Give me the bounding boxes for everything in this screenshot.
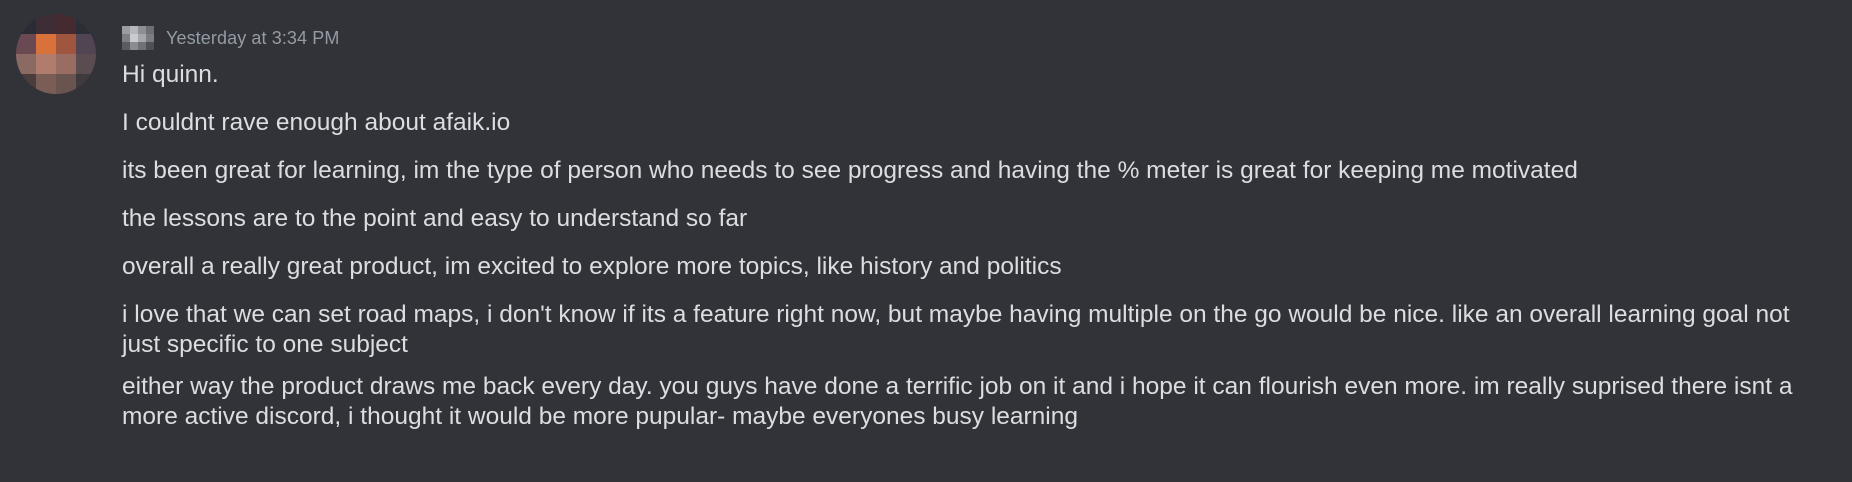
avatar-pixel — [76, 54, 96, 74]
avatar-pixel — [16, 54, 36, 74]
message-line: either way the product draws me back eve… — [122, 373, 1800, 430]
avatar-pixel — [76, 34, 96, 54]
avatar-pixel — [56, 74, 76, 94]
avatar-pixel — [36, 34, 56, 54]
username-pixel — [122, 26, 130, 34]
username-pixel — [146, 34, 154, 42]
chat-message: Yesterday at 3:34 PM Hi quinn. I couldnt… — [0, 0, 1852, 482]
username-pixel — [122, 42, 130, 50]
message-header: Yesterday at 3:34 PM — [122, 26, 339, 50]
username-pixel — [138, 26, 146, 34]
message-line: I couldnt rave enough about afaik.io — [122, 109, 511, 136]
username-pixel — [138, 42, 146, 50]
message-line: the lessons are to the point and easy to… — [122, 205, 748, 232]
username-pixel — [138, 34, 146, 42]
avatar-pixel — [16, 74, 36, 94]
avatar-pixel — [36, 54, 56, 74]
avatar-pixel — [56, 34, 76, 54]
message-content: Hi quinn. I couldnt rave enough about af… — [122, 60, 1832, 450]
message-line: overall a really great product, im excit… — [122, 253, 1062, 280]
username-pixel — [122, 34, 130, 42]
username-pixel — [130, 26, 138, 34]
username-pixel — [146, 26, 154, 34]
username-blurred[interactable] — [122, 26, 154, 50]
user-avatar[interactable] — [16, 14, 96, 94]
avatar-pixel — [56, 54, 76, 74]
avatar-pixel — [36, 14, 56, 34]
message-line: i love that we can set road maps, i don'… — [122, 301, 1797, 358]
username-pixel — [130, 42, 138, 50]
avatar-pixel — [36, 74, 56, 94]
avatar-pixel — [16, 34, 36, 54]
message-line: Hi quinn. — [122, 61, 219, 88]
avatar-pixel — [76, 74, 96, 94]
username-pixel — [130, 34, 138, 42]
avatar-pixel — [56, 14, 76, 34]
message-timestamp[interactable]: Yesterday at 3:34 PM — [166, 28, 339, 49]
username-pixel — [146, 42, 154, 50]
avatar-pixel — [76, 14, 96, 34]
avatar-pixel — [16, 14, 36, 34]
message-line: its been great for learning, im the type… — [122, 157, 1578, 184]
